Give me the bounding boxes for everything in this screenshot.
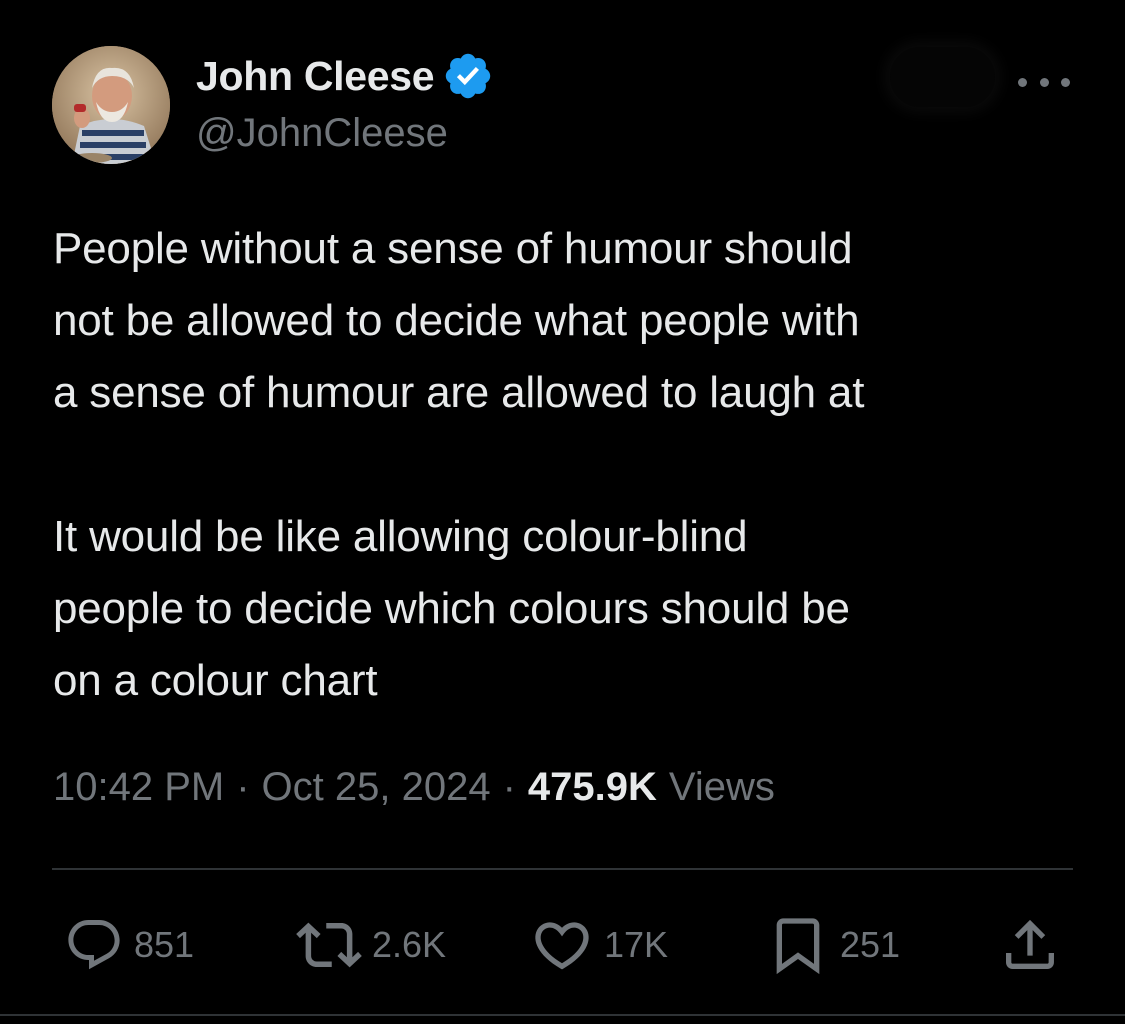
reply-icon bbox=[68, 920, 120, 970]
verified-badge-icon[interactable] bbox=[442, 50, 494, 102]
follow-button[interactable] bbox=[890, 47, 995, 107]
meta-separator: · bbox=[236, 765, 250, 809]
like-count: 17K bbox=[604, 924, 669, 965]
tweet-time[interactable]: 10:42 PM bbox=[53, 765, 224, 810]
repost-button[interactable]: 2.6K bbox=[296, 905, 446, 985]
like-button[interactable]: 17K bbox=[530, 905, 668, 985]
tweet-meta: 10:42 PM · Oct 25, 2024 · 475.9K Views bbox=[53, 765, 775, 810]
share-button[interactable] bbox=[998, 905, 1062, 985]
more-dot bbox=[1061, 77, 1070, 87]
action-bar: 851 2.6K 17K 251 bbox=[0, 905, 1125, 985]
meta-separator: · bbox=[502, 765, 516, 809]
more-dot bbox=[1039, 77, 1049, 87]
reply-count: 851 bbox=[134, 924, 195, 965]
tweet-card: John Cleese @JohnCleese People without a… bbox=[0, 0, 1125, 1024]
bookmark-count: 251 bbox=[840, 924, 901, 965]
tweet-date[interactable]: Oct 25, 2024 bbox=[262, 765, 491, 810]
views-count[interactable]: 475.9K bbox=[528, 765, 657, 810]
avatar-image bbox=[52, 46, 170, 164]
repost-icon bbox=[296, 922, 362, 968]
reply-button[interactable]: 851 bbox=[64, 905, 194, 985]
share-icon bbox=[1006, 919, 1054, 969]
repost-count: 2.6K bbox=[372, 924, 447, 965]
bookmark-icon bbox=[776, 918, 820, 975]
author-handle[interactable]: @JohnCleese bbox=[196, 111, 448, 156]
heart-icon bbox=[535, 922, 589, 970]
more-options-icon[interactable] bbox=[1018, 66, 1070, 98]
more-dot bbox=[1018, 77, 1027, 87]
views-label: Views bbox=[668, 765, 775, 809]
display-name[interactable]: John Cleese bbox=[196, 53, 435, 100]
bottom-divider bbox=[0, 1014, 1125, 1016]
divider bbox=[52, 868, 1073, 870]
tweet-text: People without a sense of humour should … bbox=[53, 224, 865, 705]
avatar[interactable] bbox=[52, 46, 170, 164]
bookmark-button[interactable]: 251 bbox=[766, 905, 900, 985]
author-name-row[interactable]: John Cleese bbox=[196, 50, 494, 102]
